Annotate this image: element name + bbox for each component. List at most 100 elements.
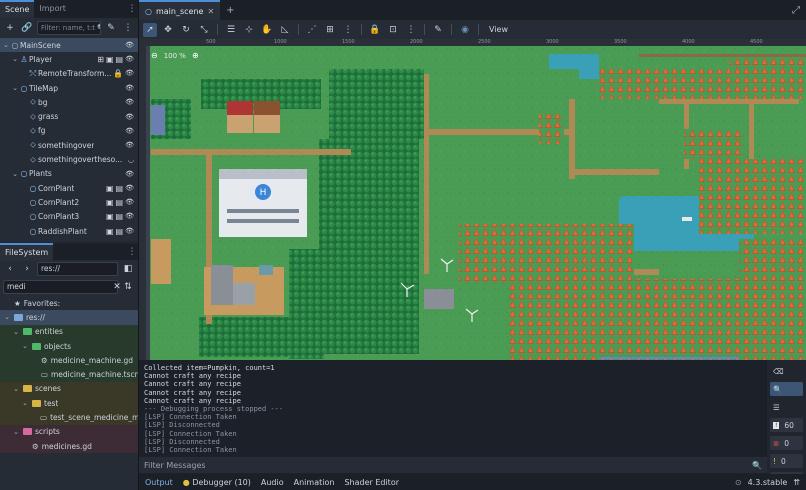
tab-debugger[interactable]: ● Debugger (10) [183,478,251,487]
expand-arrow-icon[interactable]: ⌄ [3,313,11,321]
visibility-eye-icon[interactable]: 👁 [125,98,134,106]
zoom-level[interactable]: 100 % [164,52,186,60]
search-output-icon[interactable]: 🔍 [770,382,803,396]
visibility-eye-icon[interactable]: ◡ [128,156,134,164]
tab-animation[interactable]: Animation [294,478,335,487]
filesystem-row[interactable]: ⚙ medicine_machine.gd [0,353,138,368]
output-filter-input[interactable]: Filter Messages 🔍 [139,457,767,473]
expand-arrow-icon[interactable]: ⌄ [11,55,19,63]
split-view-icon[interactable]: ◧ [121,262,135,276]
tab-import[interactable]: Import [34,0,71,18]
tab-filesystem[interactable]: FileSystem [0,243,54,261]
scene-tree-row[interactable]: ⬦ grass 👁 [0,109,138,123]
pivot-icon[interactable]: ⊹ [242,23,256,37]
movie-icon[interactable]: ▣ [106,55,114,64]
filesystem-row[interactable]: ▭ medicine_machine.tscn [0,367,138,382]
tab-main-scene[interactable]: ○ main_scene ✕ [139,0,221,20]
expand-arrow-icon[interactable]: ⌄ [11,170,19,178]
scene-tree-row[interactable]: ⬦ somethingover 👁 [0,138,138,152]
script-icon[interactable]: ▤ [116,184,124,193]
visibility-eye-icon[interactable]: 👁 [125,141,134,149]
scene-tree-row[interactable]: ⬦ bg 👁 [0,95,138,109]
filesystem-row[interactable]: ⌄ test [0,396,138,411]
visibility-eye-icon[interactable]: 👁 [125,41,134,49]
grid-snap-icon[interactable]: ⊞ [323,23,337,37]
clear-icon[interactable]: ✕ [110,280,124,294]
script-icon[interactable]: ▤ [116,55,124,64]
visibility-eye-icon[interactable]: 👁 [125,212,134,221]
script-icon[interactable]: ▤ [116,212,124,221]
filesystem-row[interactable]: ▭test_scene_medicine_ma... [0,410,138,425]
visibility-eye-icon[interactable]: 👁 [125,113,134,121]
add-tab-icon[interactable]: + [220,5,240,16]
expand-arrow-icon[interactable]: ⌄ [12,428,20,436]
zoom-out-icon[interactable]: ⊖ [151,51,158,60]
visibility-eye-icon[interactable]: 👁 [125,55,134,64]
warnings-filter[interactable]: ! 0 [770,454,803,468]
dock-menu-icon[interactable]: ⋮ [126,4,138,14]
move-tool-icon[interactable]: ✥ [161,23,175,37]
visibility-eye-icon[interactable]: 👁 [125,127,134,135]
skeleton-icon[interactable]: ⋮ [404,23,418,37]
tab-audio[interactable]: Audio [261,478,284,487]
filesystem-row[interactable]: ⌄ scripts [0,424,138,439]
script-icon[interactable]: ▤ [116,227,124,236]
group-icon[interactable]: ⊡ [386,23,400,37]
visibility-eye-icon[interactable]: 👁 [125,184,134,193]
fs-menu-icon[interactable]: ⋮ [126,247,138,257]
scene-instance-icon[interactable]: ⊞ [97,55,104,64]
scene-tree-row[interactable]: ○ CornPlant2 ▣ ▤ 👁 [0,195,138,209]
scene-tree-row[interactable]: ○ CornPlant ▣ ▤ 👁 [0,181,138,195]
scene-tree-row[interactable]: ⌄ ♙ Player ⊞ ▣ ▤ 👁 [0,52,138,66]
script-icon[interactable]: ▤ [116,198,124,207]
scene-viewport[interactable]: H 500 1000 1500 2000 2500 3000 3500 4000… [139,39,806,360]
scene-menu-icon[interactable]: ⋮ [121,21,135,35]
snap-options-icon[interactable]: ⋮ [341,23,355,37]
script-icon[interactable]: ✎ [104,21,118,35]
filesystem-row[interactable]: ⌄ entities [0,324,138,339]
tab-output[interactable]: Output [145,478,173,487]
scene-tree-row[interactable]: ○ CornPlant3 ▣ ▤ 👁 [0,210,138,224]
bone-icon[interactable]: ✎ [431,23,445,37]
link-icon[interactable]: 🔗 [20,21,34,35]
close-icon[interactable]: ✕ [207,7,214,16]
scene-tree-row[interactable]: ⌄ ○ MainScene 👁 [0,38,138,53]
expand-arrow-icon[interactable]: ⌄ [21,342,29,350]
scale-tool-icon[interactable]: ⤡ [197,23,211,37]
movie-icon[interactable]: ▣ [106,227,114,236]
smart-snap-icon[interactable]: ⋰ [305,23,319,37]
distraction-free-icon[interactable]: ⤢ [786,5,806,16]
visibility-eye-icon[interactable]: 👁 [125,170,134,178]
scene-tree-row[interactable]: ⌄ ○ Plants 👁 [0,167,138,181]
expand-arrow-icon[interactable]: ⌄ [21,399,29,407]
expand-arrow-icon[interactable]: ⌄ [2,41,10,49]
movie-icon[interactable]: ▣ [106,198,114,207]
lock-icon[interactable]: 🔒 [113,69,123,78]
rotate-tool-icon[interactable]: ↻ [179,23,193,37]
fs-search-input[interactable]: medi [3,280,118,294]
filter-output-icon[interactable]: ☰ [770,400,803,414]
filesystem-row[interactable]: ⚙ medicines.gd [0,438,138,454]
lock-icon[interactable]: 🔒 [368,23,382,37]
filesystem-row[interactable]: ⌄ res:// [0,310,138,325]
forward-arrow-icon[interactable]: › [20,262,34,276]
scene-tree-row[interactable]: ⬦ fg 👁 [0,124,138,138]
list-select-icon[interactable]: ☰ [224,23,238,37]
camera-override-icon[interactable]: ◉ [458,23,472,37]
scene-tree-row[interactable]: ⌄ ○ TileMap 👁 [0,81,138,95]
scene-tree-row[interactable]: ○ RaddishPlant ▣ ▤ 👁 [0,224,138,238]
expand-arrow-icon[interactable]: ⌄ [12,385,20,393]
fs-path-field[interactable]: res:// [37,262,118,276]
scene-tree-row[interactable]: ⬦ somethingovertheso... ◡ [0,152,138,166]
expand-arrow-icon[interactable]: ⌄ [11,84,19,92]
expand-panel-icon[interactable]: ⇈ [793,478,800,487]
view-menu[interactable]: View [485,25,512,34]
expand-arrow-icon[interactable]: ⌄ [12,328,20,336]
errors-filter[interactable]: ⊗ 0 [770,436,803,450]
add-node-icon[interactable]: + [3,21,17,35]
movie-icon[interactable]: ▣ [106,184,114,193]
tab-scene[interactable]: Scene [0,0,35,18]
tab-shader-editor[interactable]: Shader Editor [344,478,399,487]
filesystem-row[interactable]: ⌄ objects [0,338,138,354]
filesystem-row[interactable]: ★ Favorites: [0,296,138,311]
